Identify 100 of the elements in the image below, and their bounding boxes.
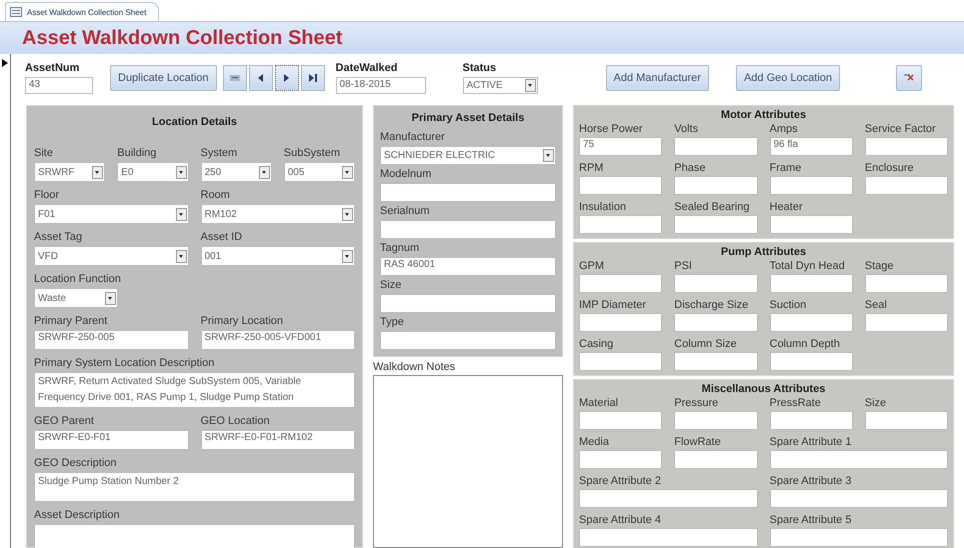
field-label: IMP Diameter	[579, 299, 648, 311]
dropdown-field[interactable]: F01	[34, 204, 188, 224]
input-field[interactable]	[579, 215, 662, 234]
dropdown-icon	[342, 208, 353, 220]
input-field[interactable]	[579, 528, 758, 547]
form-title: Asset Walkdown Collection Sheet	[22, 26, 342, 50]
input-field[interactable]	[770, 489, 948, 508]
input-field[interactable]: SRWRF-E0-F01-RM102	[200, 430, 355, 450]
input-field[interactable]	[579, 313, 662, 332]
input-field[interactable]	[674, 313, 758, 332]
dropdown-field[interactable]: RM102	[200, 204, 355, 224]
field-label: Status	[462, 62, 498, 74]
field-label: Spare Attribute 5	[770, 514, 852, 526]
input-field[interactable]	[674, 274, 758, 293]
input-field[interactable]: SRWRF-250-005-VFD001	[200, 330, 355, 350]
input-field[interactable]: SRWRF-E0-F01	[34, 430, 188, 450]
memo-field[interactable]: SRWRF, Return Activated Sludge SubSystem 005, Variable Frequency Drive 001, RAS Pump 1, Sludge Pump Station	[34, 372, 355, 408]
input-field[interactable]: 96 fla	[770, 137, 853, 156]
previous-record-button[interactable]	[248, 65, 273, 91]
input-field[interactable]	[770, 450, 948, 469]
input-field[interactable]	[380, 220, 556, 239]
input-field[interactable]	[579, 274, 662, 293]
record-selector[interactable]	[0, 54, 11, 548]
dropdown-field[interactable]: SRWRF	[34, 162, 106, 182]
field-label: Location Function	[34, 273, 118, 285]
duplicate-location-button[interactable]: Duplicate Location	[110, 65, 217, 91]
input-field[interactable]: RAS 46001	[380, 257, 556, 276]
dropdown-field[interactable]: 001	[200, 246, 355, 266]
panel-title: Motor Attributes	[720, 108, 808, 123]
field-label: GEO Description	[34, 457, 118, 469]
field-label: Spare Attribute 1	[770, 436, 852, 448]
add-manufacturer-button[interactable]: Add Manufacturer	[606, 65, 709, 91]
input-field[interactable]	[864, 313, 948, 332]
field-label: Volts	[674, 123, 700, 135]
field-label: Floor	[34, 189, 60, 201]
input-field[interactable]	[674, 215, 758, 234]
input-field[interactable]	[770, 313, 853, 332]
field-label: Room	[200, 189, 231, 201]
memo-field[interactable]	[34, 524, 355, 548]
input-field[interactable]	[864, 137, 948, 156]
input-field[interactable]	[579, 352, 662, 371]
field-label: Sealed Bearing	[674, 201, 750, 213]
input-field[interactable]	[579, 411, 662, 430]
input-field[interactable]	[864, 274, 948, 293]
input-field[interactable]	[579, 450, 662, 469]
input-field[interactable]	[864, 411, 948, 430]
dropdown-field[interactable]: ACTIVE	[462, 77, 538, 94]
input-field[interactable]	[674, 450, 758, 469]
dropdown-field[interactable]: E0	[117, 162, 188, 182]
record-icon	[230, 74, 240, 82]
input-field[interactable]	[674, 176, 758, 195]
field-label: AssetNum	[25, 62, 80, 74]
input-field[interactable]	[674, 411, 758, 430]
field-label: PSI	[674, 260, 693, 272]
input-field[interactable]: 75	[579, 137, 662, 156]
field-label: Spare Attribute 4	[579, 514, 662, 526]
input-field[interactable]	[380, 331, 556, 350]
field-label: SubSystem	[284, 147, 341, 159]
dropdown-icon	[176, 166, 186, 178]
dropdown-field[interactable]: SCHNIEDER ELECTRIC	[380, 146, 556, 165]
pointer-icon	[2, 59, 8, 67]
field-label: Primary System Location Description	[34, 357, 216, 369]
input-field[interactable]	[864, 176, 948, 195]
input-field[interactable]	[380, 183, 556, 202]
field-label: Spare Attribute 3	[770, 475, 852, 487]
memo-field[interactable]: Sludge Pump Station Number 2	[34, 472, 355, 502]
date-field[interactable]: 08-18-2015	[336, 77, 426, 94]
close-icon	[904, 73, 914, 81]
input-field[interactable]: SRWRF-250-005	[34, 330, 188, 350]
field-label: Discharge Size	[674, 299, 750, 311]
add-geo-location-button[interactable]: Add Geo Location	[736, 65, 840, 91]
input-field[interactable]	[770, 176, 853, 195]
field-label: Asset Tag	[34, 231, 84, 243]
input-field[interactable]: 43	[25, 77, 93, 94]
input-field[interactable]	[770, 528, 948, 547]
dropdown-field[interactable]: 250	[200, 162, 272, 182]
input-field[interactable]	[674, 137, 758, 156]
dropdown-field[interactable]: VFD	[34, 246, 188, 266]
right-arrow-icon	[284, 74, 290, 82]
last-record-button[interactable]	[300, 65, 325, 91]
dropdown-icon	[258, 166, 270, 178]
next-record-button[interactable]	[274, 65, 299, 91]
field-label: Size	[380, 279, 402, 291]
notes-field[interactable]	[373, 375, 563, 548]
field-label: Type	[380, 316, 405, 328]
dropdown-field[interactable]: 005	[284, 162, 355, 182]
form-tab[interactable]: Asset Walkdown Collection Sheet	[5, 2, 160, 21]
input-field[interactable]	[770, 274, 853, 293]
input-field[interactable]	[674, 352, 758, 371]
close-button[interactable]	[896, 65, 922, 91]
field-label: Manufacturer	[380, 131, 446, 143]
input-field[interactable]	[579, 489, 758, 508]
input-field[interactable]	[380, 294, 556, 313]
field-label: RPM	[579, 162, 604, 174]
input-field[interactable]	[770, 411, 853, 430]
input-field[interactable]	[770, 215, 853, 234]
panel-title: Miscellanous Attributes	[700, 382, 826, 397]
input-field[interactable]	[770, 352, 853, 371]
input-field[interactable]	[579, 176, 662, 195]
dropdown-field[interactable]: Waste	[34, 288, 118, 308]
